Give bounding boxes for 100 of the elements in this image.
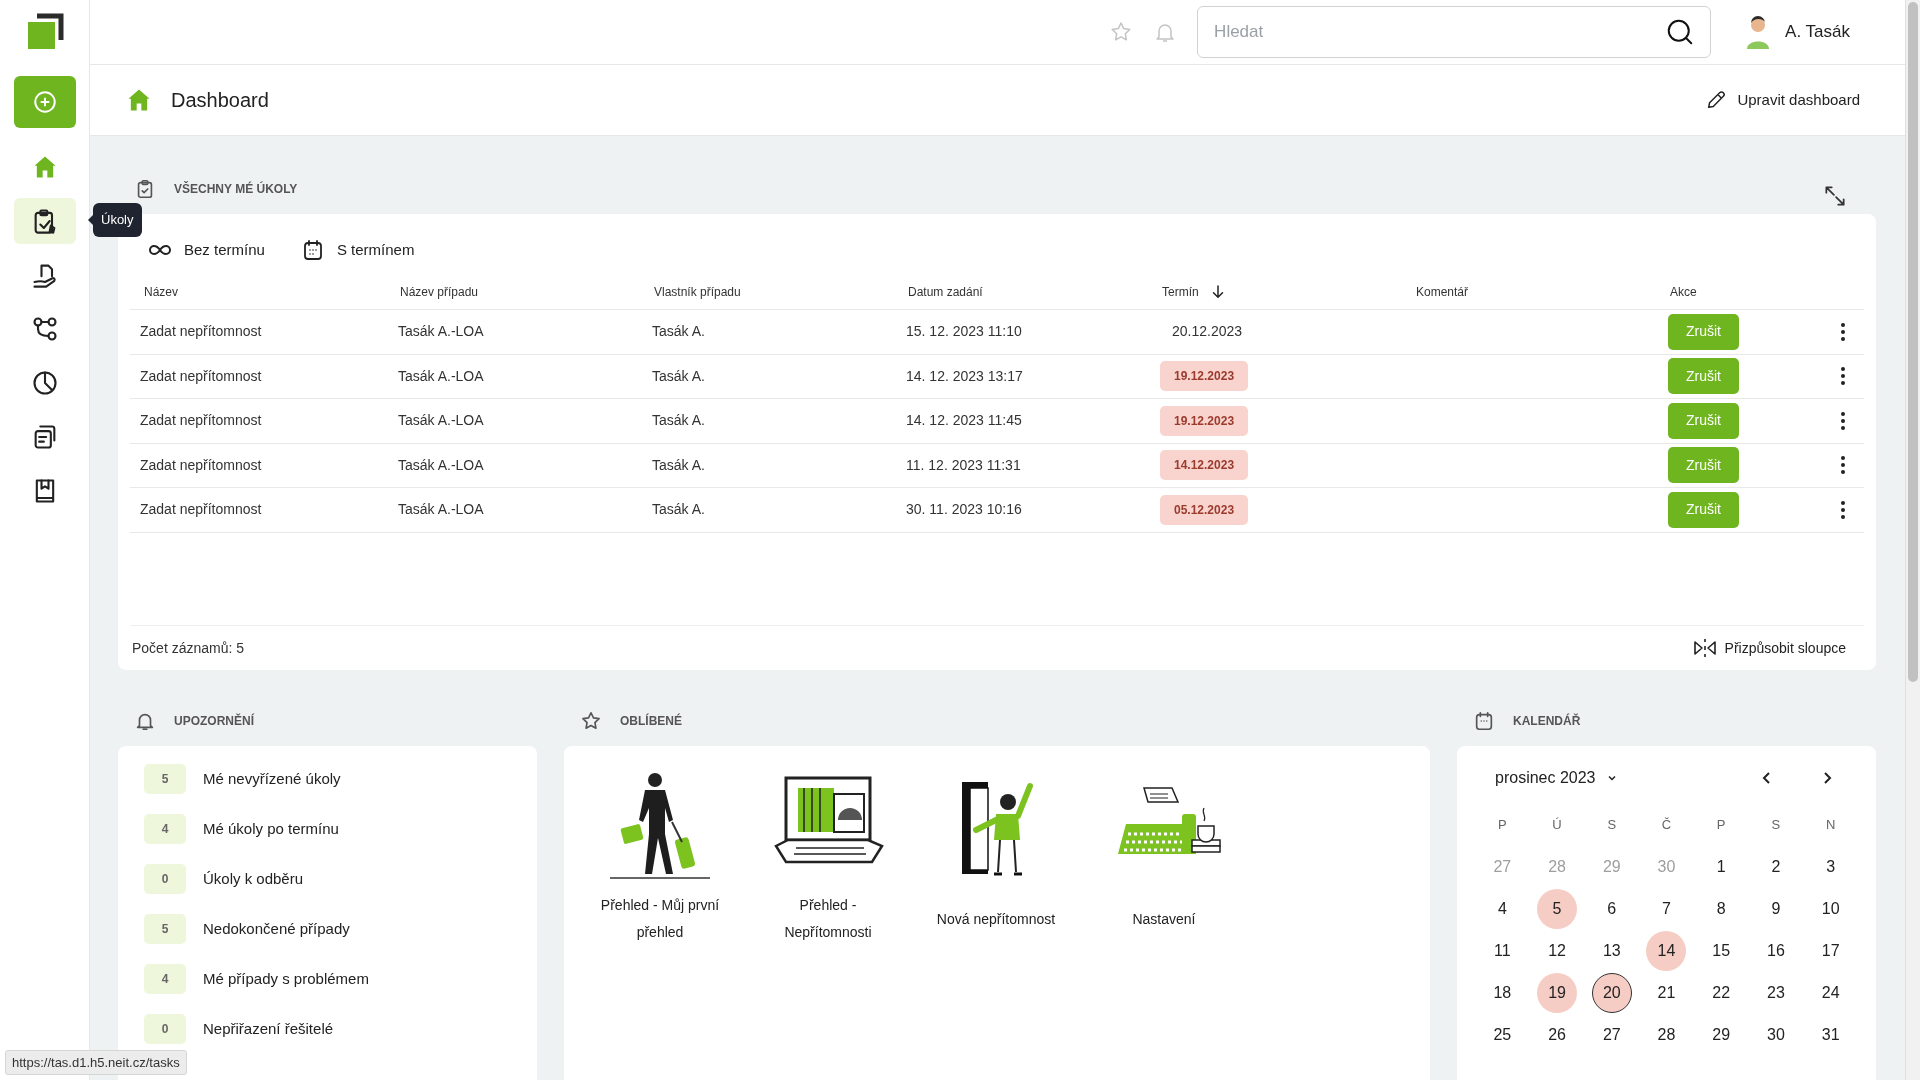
calendar-day[interactable]: 3 <box>1810 847 1851 887</box>
table-cell-text: Zadat nepřítomnost <box>139 500 263 520</box>
notification-link[interactable]: Mé případy s problémem <box>203 967 369 991</box>
more-icon[interactable] <box>1840 499 1846 520</box>
column-header[interactable]: Akce <box>1670 282 1697 301</box>
more-icon[interactable] <box>1840 410 1846 431</box>
table-cell-text: 14. 12. 2023 13:17 <box>906 366 1024 386</box>
notification-link[interactable]: Mé nevyřízené úkoly <box>203 767 341 791</box>
calendar-day[interactable]: 6 <box>1591 889 1632 929</box>
calendar-day[interactable]: 2 <box>1755 847 1796 887</box>
calendar-day[interactable]: 1 <box>1701 847 1742 887</box>
tooltip: Úkoly <box>93 203 142 237</box>
calendar-icon <box>1473 710 1495 732</box>
calendar-day[interactable]: 20 <box>1591 973 1632 1013</box>
table-cell-text: Tasák A.-LOA <box>398 322 485 342</box>
calendar-day[interactable]: 25 <box>1482 1015 1523 1055</box>
notification-link[interactable]: Mé úkoly po termínu <box>203 817 339 841</box>
pencil-icon <box>1705 89 1728 111</box>
more-icon[interactable] <box>1840 366 1846 387</box>
favorite-link[interactable]: Přehled - Nepřítomnosti <box>759 892 897 946</box>
table-cell-text: Tasák A.-LOA <box>398 500 485 520</box>
calendar-day[interactable]: 13 <box>1591 931 1632 971</box>
column-header[interactable]: Datum zadání <box>908 282 983 301</box>
table-cell-text: Tasák A. <box>652 366 706 386</box>
month-selector[interactable]: prosinec 2023 <box>1495 766 1618 790</box>
section-title: UPOZORNĚNÍ <box>174 712 254 730</box>
star-icon[interactable] <box>1109 20 1134 44</box>
notification-link[interactable]: Úkoly k odběru <box>203 867 304 891</box>
calendar-day[interactable]: 21 <box>1646 973 1687 1013</box>
table-cell-text: 11. 12. 2023 11:31 <box>906 455 1022 475</box>
sidebar-item[interactable] <box>13 198 76 244</box>
count-badge: 5 <box>144 764 186 794</box>
calendar-day[interactable]: 8 <box>1701 889 1742 929</box>
calendar-day[interactable]: 10 <box>1810 889 1851 929</box>
favorite-link[interactable]: Nová nepřítomnost <box>927 905 1065 933</box>
calendar-day[interactable]: 11 <box>1482 931 1523 971</box>
calendar-day[interactable]: 30 <box>1755 1015 1796 1055</box>
notification-link[interactable]: Nepřiřazení řešitelé <box>203 1017 334 1041</box>
table-cell-text: Tasák A. <box>652 322 706 342</box>
more-icon[interactable] <box>1840 455 1846 476</box>
favorite-link[interactable]: Nastavení <box>1095 905 1233 933</box>
weekday-label: Č <box>1661 816 1672 835</box>
section-title: KALENDÁŘ <box>1513 712 1581 730</box>
overdue-date-badge: 05.12.2023 <box>1160 494 1249 525</box>
table-cell-text: Tasák A. <box>652 455 706 475</box>
calendar-day[interactable]: 26 <box>1537 1015 1578 1055</box>
scrollbar[interactable] <box>1905 0 1920 1080</box>
count-badge: 0 <box>144 864 186 894</box>
calendar-day[interactable]: 19 <box>1537 973 1578 1013</box>
calendar-day[interactable]: 7 <box>1646 889 1687 929</box>
calendar-day[interactable]: 14 <box>1646 931 1687 971</box>
tab[interactable]: Bez termínu <box>148 238 265 262</box>
count-badge: 4 <box>144 964 186 994</box>
table-cell-text: 14. 12. 2023 11:45 <box>906 411 1023 431</box>
expand-icon[interactable] <box>1822 183 1848 209</box>
overdue-date-badge: 19.12.2023 <box>1160 361 1249 392</box>
calendar-day[interactable]: 15 <box>1701 931 1742 971</box>
notification-link[interactable]: Nedokončené případy <box>203 917 350 941</box>
calendar-day[interactable]: 28 <box>1646 1015 1687 1055</box>
table-cell-text: Tasák A.-LOA <box>398 455 485 475</box>
weekday-label: N <box>1825 816 1836 835</box>
favorite-link[interactable]: Přehled - Můj první přehled <box>591 892 729 946</box>
weekday-label: S <box>1771 816 1781 835</box>
overdue-date-badge: 14.12.2023 <box>1160 450 1249 481</box>
calendar-day[interactable]: 12 <box>1537 931 1578 971</box>
calendar-day[interactable]: 18 <box>1482 973 1523 1013</box>
count-badge: 0 <box>144 1014 186 1044</box>
table-cell-text: 20.12.2023 <box>1171 322 1243 342</box>
calendar-day[interactable]: 27 <box>1591 1015 1632 1055</box>
calendar-day[interactable]: 24 <box>1810 973 1851 1013</box>
section-title: VŠECHNY MÉ ÚKOLY <box>174 180 298 198</box>
calendar-day[interactable]: 4 <box>1482 889 1523 929</box>
table-cell-text: Zadat nepřítomnost <box>139 366 263 386</box>
tab[interactable]: S termínem <box>300 238 415 262</box>
calendar-day[interactable]: 9 <box>1755 889 1796 929</box>
search-field[interactable]: Hledat <box>1197 6 1712 58</box>
weekday-label: P <box>1716 816 1726 835</box>
edit-dashboard-button[interactable]: Upravit dashboard <box>1705 88 1860 112</box>
calendar-day[interactable]: 16 <box>1755 931 1796 971</box>
weekday-label: P <box>1498 816 1507 835</box>
star-icon <box>580 710 602 732</box>
column-header[interactable]: Název <box>144 282 178 301</box>
column-header[interactable]: Komentář <box>1416 282 1469 301</box>
record-count: Počet záznamů: 5 <box>132 638 245 658</box>
more-icon[interactable] <box>1840 321 1846 342</box>
calendar-day[interactable]: 5 <box>1537 889 1578 929</box>
column-header[interactable]: Vlastník případu <box>654 282 741 301</box>
clock-icon <box>30 369 59 397</box>
calendar-day[interactable]: 17 <box>1810 931 1851 971</box>
table-cell-text: 15. 12. 2023 11:10 <box>906 322 1023 342</box>
user-name[interactable]: A. Tasák <box>1785 19 1850 45</box>
customize-columns-button[interactable]: Přizpůsobit sloupce <box>1692 637 1846 659</box>
column-header[interactable]: Název případu <box>400 282 479 301</box>
calendar-day[interactable]: 22 <box>1701 973 1742 1013</box>
calendar-day[interactable]: 29 <box>1701 1015 1742 1055</box>
calendar-day[interactable]: 31 <box>1810 1015 1851 1055</box>
calendar-day[interactable]: 23 <box>1755 973 1796 1013</box>
column-header[interactable]: Termín <box>1162 282 1199 301</box>
plus-icon <box>31 89 58 115</box>
table-cell-text: Tasák A.-LOA <box>398 411 485 431</box>
